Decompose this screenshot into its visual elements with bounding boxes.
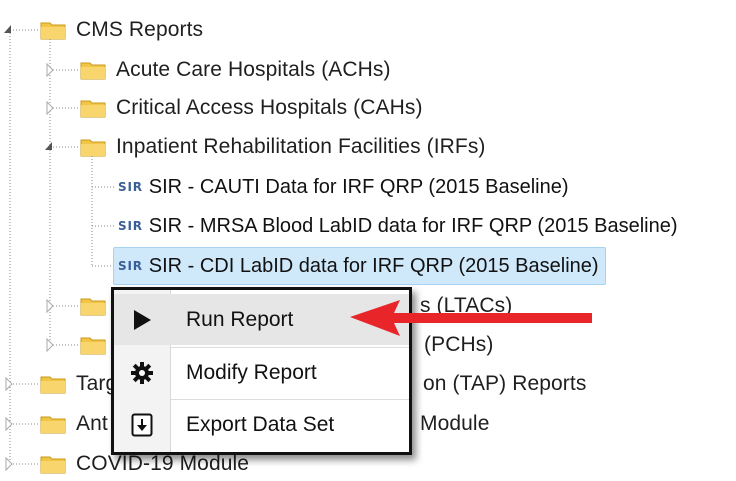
collapsed-toggle-icon bbox=[5, 456, 13, 472]
tree-node-label: Critical Access Hospitals (CAHs) bbox=[116, 96, 423, 119]
tree-node-label: on (TAP) Reports bbox=[423, 372, 587, 395]
report-label: SIR - CAUTI Data for IRF QRP (2015 Basel… bbox=[148, 175, 569, 198]
menu-item-export-data-set[interactable]: Export Data Set bbox=[114, 399, 409, 450]
report-label: SIR - CDI LabID data for IRF QRP (2015 B… bbox=[148, 254, 599, 277]
tree-node-label: Module bbox=[420, 412, 490, 435]
report-tree-screen: CMS Reports Acute Care Hospitals (ACHs) … bbox=[0, 0, 736, 481]
folder-icon bbox=[80, 100, 106, 118]
tree-node-irfs[interactable]: Inpatient Rehabilitation Facilities (IRF… bbox=[80, 131, 486, 163]
callout-arrow bbox=[350, 300, 592, 336]
folder-icon bbox=[80, 298, 106, 316]
collapsed-toggle-icon bbox=[46, 62, 54, 78]
sir-report-icon: SIR bbox=[118, 180, 143, 194]
tree-node-cms-reports[interactable]: CMS Reports bbox=[40, 14, 203, 46]
collapsed-toggle-icon bbox=[5, 376, 13, 392]
tree-node-label: COVID-19 Module bbox=[76, 452, 250, 475]
menu-item-label: Run Report bbox=[186, 307, 294, 331]
menu-item-modify-report[interactable]: Modify Report bbox=[114, 347, 409, 398]
tree-node-tap-reports[interactable]: Targ bbox=[40, 368, 117, 400]
sir-report-icon: SIR bbox=[118, 259, 143, 273]
tree-node-label: Inpatient Rehabilitation Facilities (IRF… bbox=[116, 135, 486, 158]
folder-icon bbox=[80, 62, 106, 80]
collapsed-toggle-icon bbox=[46, 298, 54, 314]
folder-icon bbox=[40, 376, 66, 394]
folder-icon bbox=[40, 22, 66, 40]
report-item-cauti[interactable]: SIR SIR - CAUTI Data for IRF QRP (2015 B… bbox=[118, 171, 569, 203]
tree-node-ant-text: Module bbox=[420, 408, 489, 440]
gear-icon bbox=[114, 361, 170, 385]
folder-icon bbox=[80, 139, 106, 157]
menu-item-label: Modify Report bbox=[186, 360, 317, 384]
tree-node-cahs[interactable]: Critical Access Hospitals (CAHs) bbox=[80, 92, 423, 124]
sir-report-icon: SIR bbox=[118, 219, 143, 233]
report-item-cdi[interactable]: SIR SIR - CDI LabID data for IRF QRP (20… bbox=[113, 247, 606, 285]
folder-icon bbox=[80, 337, 106, 355]
expanded-toggle-icon bbox=[4, 25, 11, 33]
expanded-toggle-icon bbox=[45, 142, 52, 150]
tree-node-label: CMS Reports bbox=[76, 18, 204, 41]
collapsed-toggle-icon bbox=[5, 416, 13, 432]
report-item-mrsa[interactable]: SIR SIR - MRSA Blood LabID data for IRF … bbox=[118, 210, 678, 242]
folder-icon bbox=[40, 456, 66, 474]
tree-node-tap-text: on (TAP) Reports bbox=[423, 368, 586, 400]
report-label: SIR - MRSA Blood LabID data for IRF QRP … bbox=[148, 214, 678, 237]
tree-node-achs[interactable]: Acute Care Hospitals (ACHs) bbox=[80, 54, 391, 86]
play-icon bbox=[114, 309, 170, 331]
collapsed-toggle-icon bbox=[46, 100, 54, 116]
menu-item-label: Export Data Set bbox=[186, 412, 335, 436]
tree-node-label: Ant bbox=[76, 412, 108, 435]
tree-node-label: Acute Care Hospitals (ACHs) bbox=[116, 58, 391, 81]
tree-node-ant-module[interactable]: Ant bbox=[40, 408, 108, 440]
collapsed-toggle-icon bbox=[46, 337, 54, 353]
folder-icon bbox=[40, 416, 66, 434]
export-icon bbox=[114, 413, 170, 437]
